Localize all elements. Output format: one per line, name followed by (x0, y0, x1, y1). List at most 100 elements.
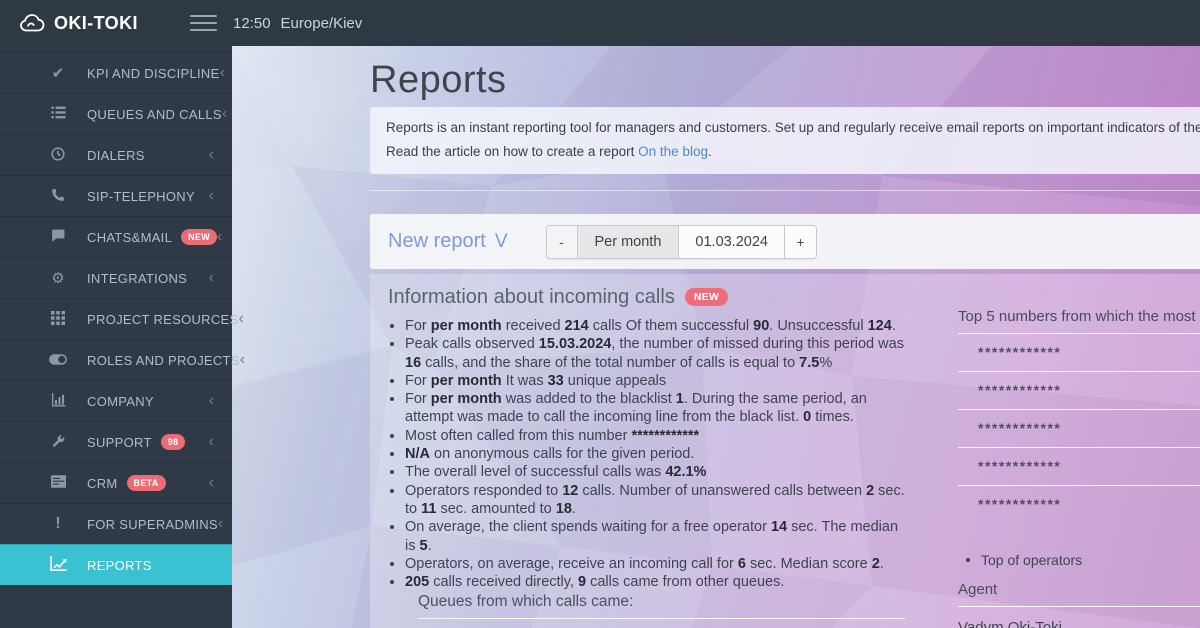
chevron-left-icon: ‹ (217, 515, 224, 532)
period-type-button[interactable]: Per month (577, 225, 680, 258)
hamburger-menu-icon[interactable] (190, 15, 217, 31)
sidebar-item-roles-and-projects[interactable]: ROLES AND PROJECTS ‹ (0, 339, 245, 380)
chevron-left-icon: ‹ (208, 187, 214, 204)
agent-rows: Vadym Oki-Toki (958, 607, 1200, 628)
period-prev-button[interactable]: - (546, 225, 578, 258)
queues-table-rows: N/A9 (418, 619, 905, 628)
top-numbers-column: Top 5 numbers from which the most ******… (958, 284, 1200, 628)
report-bullet: Most often called from this number *****… (405, 427, 905, 445)
top-operators-bullet: Top of operators (958, 552, 1200, 568)
page-content: Reports Reports is an instant reporting … (370, 46, 1200, 628)
sidebar-item-kpi-and-discipline[interactable]: ✔ KPI AND DISCIPLINE ‹ (0, 52, 232, 93)
report-name-dropdown[interactable]: New report (388, 230, 486, 253)
sidebar-item-label: ROLES AND PROJECTS (87, 352, 240, 368)
sidebar-item-label: QUEUES AND CALLS (87, 106, 222, 122)
report-bullet: For per month was added to the blacklist… (405, 390, 905, 427)
period-next-button[interactable]: + (784, 225, 816, 258)
top-operators-block: Top of operators Agent Vadym Oki-Toki (958, 552, 1200, 628)
top5-table-rows: ************ ************ ************ ****… (958, 334, 1200, 523)
gears-icon: ⚙ (51, 269, 65, 287)
sidebar-badge: NEW (181, 229, 218, 245)
sidebar-item-crm[interactable]: CRM BETA ‹ (0, 462, 232, 503)
chevron-left-icon: ‹ (217, 228, 223, 245)
sidebar-item-label: KPI AND DISCIPLINE (87, 65, 220, 81)
report-bullet: The overall level of successful calls wa… (405, 463, 905, 481)
sidebar-item-chats-mail[interactable]: CHATS&MAIL NEW ‹ (0, 216, 232, 257)
report-bullet: For per month received 214 calls Of them… (405, 317, 905, 335)
report-bullet: Operators responded to 12 calls. Number … (405, 482, 905, 519)
sidebar-item-dialers[interactable]: DIALERS ‹ (0, 134, 232, 175)
clock-icon (46, 146, 70, 164)
sidebar: ✔ KPI AND DISCIPLINE ‹ QUEUES AND CALLS ‹ DIA… (0, 46, 245, 628)
phone-icon (46, 188, 70, 205)
queues-table-title: Queues from which calls came: (418, 593, 905, 620)
intro-text-line1: Reports is an instant reporting tool for… (386, 120, 1200, 135)
incoming-calls-column: Information about incoming calls NEW For… (388, 284, 905, 628)
report-bullet: Operators, on average, receive an incomi… (405, 555, 905, 573)
chevron-left-icon: ‹ (221, 105, 228, 122)
sidebar-item-label: DIALERS (87, 147, 145, 163)
sidebar-item-label: COMPANY (87, 393, 154, 409)
section-divider (370, 190, 1200, 191)
chevron-left-icon: ‹ (219, 64, 225, 81)
sidebar-item-label: SIP-TELEPHONY (87, 188, 195, 204)
brand: OKI-TOKI (19, 0, 138, 46)
top5-number-row: ************ (958, 372, 1200, 410)
report-bullet: On average, the client spends waiting fo… (405, 518, 905, 555)
top5-number-row: ************ (958, 334, 1200, 372)
chevron-left-icon: ‹ (208, 392, 214, 409)
sidebar-item-for-superadmins[interactable]: ! FOR SUPERADMINS ‹ (0, 503, 232, 544)
main-area: Reports Reports is an instant reporting … (232, 46, 1200, 628)
sidebar-item-support[interactable]: SUPPORT 98 ‹ (0, 421, 232, 462)
sidebar-badge: BETA (126, 475, 166, 491)
top5-number-row: ************ (958, 410, 1200, 448)
timezone-label: Europe/Kiev (280, 14, 363, 32)
agent-row: Vadym Oki-Toki (958, 619, 1062, 628)
queues-table-row: N/A9 (418, 619, 905, 628)
blog-link[interactable]: On the blog (638, 144, 708, 159)
sidebar-item-label: FOR SUPERADMINS (87, 516, 218, 532)
time-value: 12:50 (233, 14, 271, 32)
chat-icon (46, 229, 70, 245)
sidebar-item-label: PROJECT RESOURCES (87, 311, 239, 327)
sidebar-item-label: CHATS&MAIL (87, 229, 173, 245)
sidebar-item-reports[interactable]: REPORTS (0, 544, 232, 585)
chevron-left-icon: ‹ (238, 310, 244, 327)
report-bullet: 205 calls received directly, 9 calls cam… (405, 573, 905, 591)
intro-note: Reports is an instant reporting tool for… (370, 107, 1200, 174)
report-bullet: N/A on anonymous calls for the given per… (405, 445, 905, 463)
page-title: Reports (370, 59, 507, 101)
new-badge: NEW (684, 288, 729, 306)
queues-table: Queues from which calls came: N/A9 (418, 593, 905, 628)
section-title: Information about incoming calls (388, 286, 675, 308)
report-bullet: Peak calls observed 15.03.2024, the numb… (405, 335, 905, 372)
chevron-left-icon: ‹ (208, 474, 214, 491)
sidebar-item-sip-telephony[interactable]: SIP-TELEPHONY ‹ (0, 175, 232, 216)
bar-chart-icon (46, 392, 70, 410)
bullet-dot-icon (966, 558, 970, 562)
cloud-logo-icon (19, 13, 46, 33)
period-date-button[interactable]: 01.03.2024 (679, 225, 785, 258)
top5-number-row: ************ (978, 496, 1062, 512)
toggle-icon (46, 353, 70, 368)
check-icon: ✔ (51, 64, 65, 82)
sidebar-item-company[interactable]: COMPANY ‹ (0, 380, 232, 421)
agent-column-header: Agent (958, 581, 1200, 607)
sidebar-item-project-resources[interactable]: PROJECT RESOURCES ‹ (0, 298, 244, 339)
chevron-left-icon: ‹ (208, 269, 214, 286)
intro-text-line2: Read the article on how to create a repo… (386, 144, 712, 159)
chevron-left-icon: ‹ (208, 146, 214, 163)
sidebar-item-label: INTEGRATIONS (87, 270, 188, 286)
sidebar-item-label: REPORTS (87, 557, 152, 573)
report-panel: Information about incoming calls NEW For… (370, 274, 1200, 628)
chart-line-icon (46, 556, 70, 574)
report-bullet: For per month It was 33 unique appeals (405, 372, 905, 390)
sidebar-item-queues-and-calls[interactable]: QUEUES AND CALLS ‹ (0, 93, 232, 134)
sidebar-item-label: SUPPORT (87, 434, 152, 450)
wrench-icon (46, 434, 70, 451)
list-icon (46, 106, 70, 122)
sidebar-item-integrations[interactable]: ⚙ INTEGRATIONS ‹ (0, 257, 232, 298)
screen-icon (46, 475, 70, 491)
report-toolbar: New report V - Per month 01.03.2024 + (370, 214, 1200, 269)
report-dropdown-caret-icon[interactable]: V (495, 231, 508, 253)
